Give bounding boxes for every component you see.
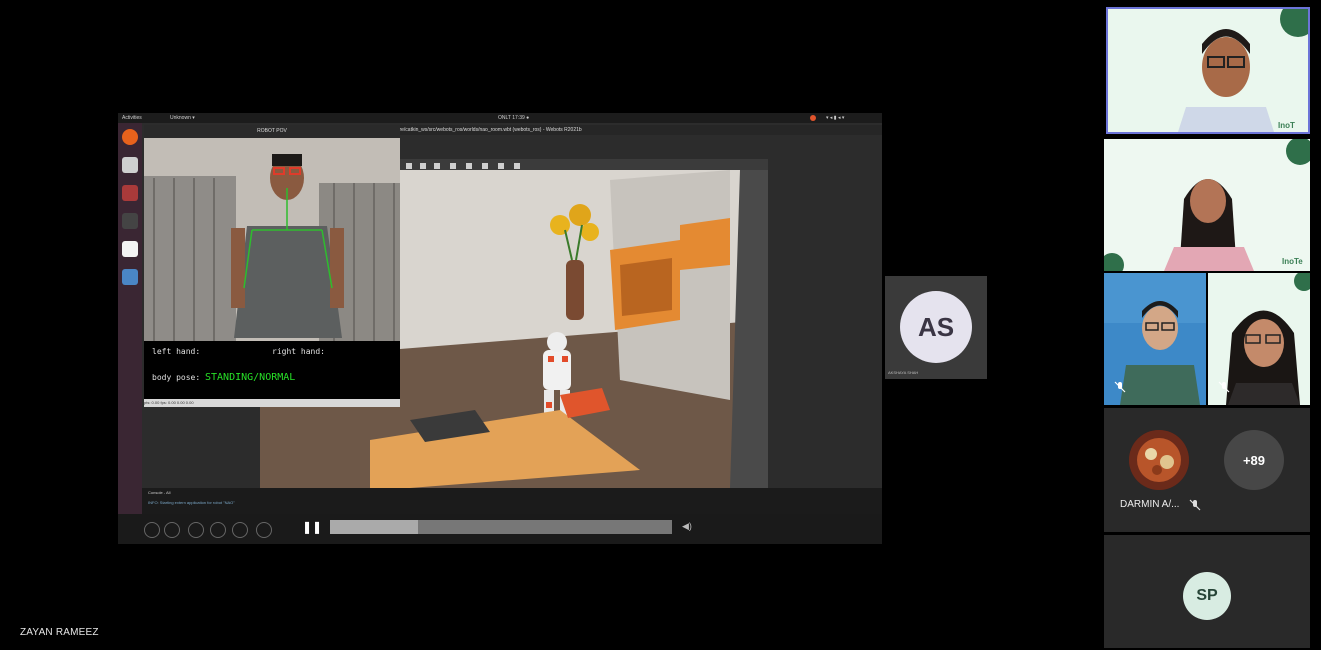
files-icon[interactable] [122, 157, 138, 173]
webots-window-title: /share/catkin_ws/src/webots_ros/worlds/n… [376, 125, 882, 135]
right-hand-label: right hand: [272, 347, 325, 356]
pov-status-bar: pts: 0.00 fps: 0.00 0.00 0.00 [144, 399, 400, 407]
editor-icon[interactable] [122, 241, 138, 257]
participant-tile-darmin[interactable]: DARMIN A/... +89 [1104, 408, 1310, 532]
participant-tile-sp[interactable]: SP [1104, 535, 1310, 648]
stop-icon[interactable] [232, 522, 248, 538]
inotech-label: InoT [1278, 121, 1295, 130]
webots-icon[interactable] [122, 269, 138, 285]
avatar [1129, 430, 1189, 490]
mic-muted-icon [1189, 499, 1201, 511]
participant-tile-as[interactable]: AS AKSHAYA SHAH [885, 276, 987, 379]
webots-console: Console - All INFO: Starting extern appl… [142, 488, 882, 514]
body-pose-label: body pose: [152, 373, 201, 382]
robot-pov-window: ROBOT POV left hand: right hand: body po… [144, 125, 400, 407]
participant-video-tile-4[interactable] [1208, 273, 1310, 405]
clock: ONLT 17:39 ● [498, 115, 530, 121]
os-top-bar: Activities Unknown ▾ ONLT 17:39 ● ▾ ◂ ▮ … [118, 113, 882, 123]
body-pose-row: body pose: STANDING/NORMAL [152, 372, 295, 383]
more-participants-button[interactable]: +89 [1224, 430, 1284, 490]
software-icon[interactable] [122, 185, 138, 201]
more-icon[interactable] [256, 522, 272, 538]
terminal-icon[interactable] [122, 213, 138, 229]
record-icon [810, 115, 816, 121]
pause-icon[interactable]: ❚❚ [302, 520, 322, 534]
robot-camera-feed [144, 138, 400, 341]
pointer-icon[interactable] [188, 522, 204, 538]
participant-name: AKSHAYA SHAH [888, 370, 919, 375]
app-menu[interactable]: Unknown ▾ [170, 113, 195, 123]
participant-video-2 [1104, 139, 1310, 271]
firefox-icon[interactable] [122, 129, 138, 145]
body-pose-value: STANDING/NORMAL [205, 372, 296, 383]
window-title-text: /share/catkin_ws/src/webots_ros/worlds/n… [390, 127, 582, 133]
system-tray-icons[interactable]: ▾ ◂ ▮ ◂ ▾ [826, 113, 844, 123]
play-icon[interactable] [144, 522, 160, 538]
console-label: Console - All [148, 490, 171, 495]
participant-video-1 [1108, 9, 1308, 132]
volume-icon[interactable]: ◀) [682, 521, 692, 532]
participant-video-tile-2[interactable]: InoTe [1104, 139, 1310, 271]
left-hand-label: left hand: [152, 347, 201, 356]
console-line: INFO: Starting extern application for ro… [148, 500, 235, 505]
zoom-icon[interactable] [210, 522, 226, 538]
avatar: AS [900, 291, 972, 363]
pen-icon[interactable] [164, 522, 180, 538]
participant-video-tile-3[interactable] [1104, 273, 1206, 405]
app-dock: ⠿ [118, 123, 142, 544]
participant-video-tile-1[interactable]: InoT [1106, 7, 1310, 134]
activities-button[interactable]: Activities [122, 113, 142, 123]
food-avatar-image [1129, 430, 1189, 490]
seek-bar-progress [330, 520, 418, 534]
participant-name: DARMIN A/... [1120, 499, 1180, 510]
avatar: SP [1183, 572, 1231, 620]
presenter-name-label: ZAYAN RAMEEZ [20, 627, 99, 638]
mic-muted-icon [1114, 381, 1126, 393]
robot-pov-title: ROBOT POV [144, 125, 400, 138]
mic-muted-icon [1218, 381, 1230, 393]
camera-person-image [144, 138, 400, 341]
inotech-label-2: InoTe [1282, 257, 1303, 266]
shared-screen: Activities Unknown ▾ ONLT 17:39 ● ▾ ◂ ▮ … [118, 113, 882, 544]
